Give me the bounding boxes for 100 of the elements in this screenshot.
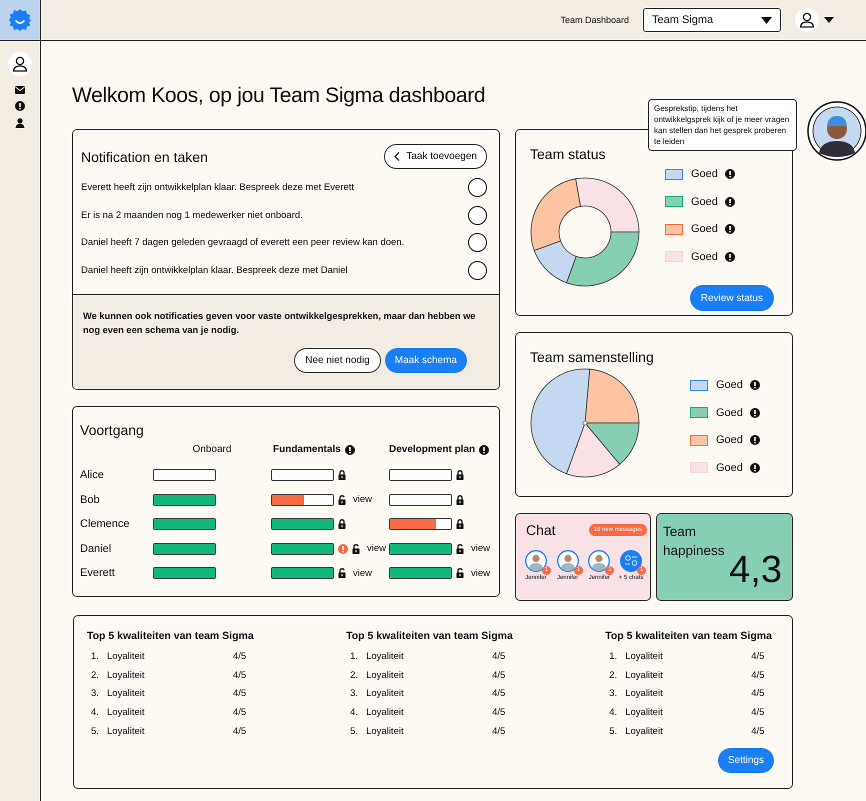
person-icon[interactable] [15, 118, 25, 128]
contact-avatar[interactable] [588, 550, 610, 572]
progress-bar [389, 518, 452, 530]
quality-name: Loyaliteit [365, 707, 405, 718]
rank-number: 4. [608, 707, 618, 718]
team-dashboard-link[interactable]: Team Dashboard [560, 15, 629, 25]
view-link[interactable]: view [471, 568, 490, 579]
progress-bar [389, 542, 452, 555]
caret-icon [761, 16, 772, 24]
card-title: Chat [526, 522, 556, 538]
quality-score: 4/5 [233, 688, 246, 700]
quality-score: 4/5 [233, 650, 246, 662]
column-header: Onboard [192, 444, 232, 455]
rank-number: 1. [90, 650, 100, 662]
member-name: Clemence [80, 517, 131, 532]
rank-number: 2. [349, 670, 360, 681]
rank-number: 5. [608, 726, 618, 738]
quality-score: 4/5 [751, 726, 764, 738]
quality-name: Loyaliteit [624, 688, 664, 700]
assistant-avatar[interactable] [807, 101, 866, 161]
confirm-button[interactable]: Maak schema [384, 348, 467, 373]
mail-icon[interactable] [15, 86, 25, 94]
info-icon[interactable] [15, 101, 25, 111]
quality-name: Loyaliteit [365, 726, 405, 738]
caret-icon [824, 17, 834, 23]
view-link[interactable]: view [471, 543, 490, 554]
info-icon [725, 224, 735, 234]
progress-bar [153, 518, 216, 530]
list-title: Top 5 kwaliteiten van team Sigma [605, 630, 773, 642]
list-title: Top 5 kwaliteiten van team Sigma [87, 630, 255, 642]
card-title: Team samenstelling [530, 349, 654, 365]
info-icon [750, 380, 760, 390]
decline-button[interactable]: Nee niet nodig [294, 348, 381, 373]
quality-score: 4/5 [751, 670, 764, 681]
member-name: Bob [80, 492, 101, 508]
legend-label: Goed [716, 462, 744, 474]
view-link[interactable]: view [353, 494, 372, 506]
task-text: Daniel heeft 7 dagen geleden gevraagd of everett een peer review kan doen. [81, 237, 404, 248]
quality-score: 4/5 [233, 670, 246, 681]
progress-bar [153, 494, 216, 506]
progress-bar [271, 542, 334, 555]
review-status-button[interactable]: Review status [690, 285, 774, 311]
quality-score: 4/5 [751, 688, 764, 700]
rank-number: 1. [349, 650, 360, 662]
member-name: Everett [80, 566, 116, 581]
quality-score: 4/5 [492, 726, 506, 738]
user-menu-button[interactable] [795, 8, 834, 32]
quality-name: Loyaliteit [365, 670, 405, 681]
task-checkbox[interactable] [468, 178, 487, 198]
task-text: Daniel heeft zijn ontwikkelplan klaar. Bespreek deze met Daniel [81, 264, 348, 276]
team-select[interactable]: Team Sigma [643, 8, 781, 32]
quality-name: Loyaliteit [624, 707, 664, 718]
quality-name: Loyaliteit [106, 707, 146, 718]
legend-label: Goed [691, 196, 719, 208]
task-checkbox[interactable] [468, 260, 487, 280]
quality-name: Loyaliteit [365, 688, 405, 700]
info-icon [750, 435, 760, 445]
member-name: Alice [80, 468, 105, 483]
rank-number: 5. [90, 726, 100, 738]
quality-name: Loyaliteit [106, 688, 146, 700]
add-task-button[interactable]: Taak toevoegen [384, 144, 487, 169]
column-header: Development plan [389, 444, 476, 455]
task-checkbox[interactable] [468, 206, 487, 225]
quality-name: Loyaliteit [365, 650, 405, 662]
info-icon [750, 462, 760, 472]
legend-label: Goed [691, 223, 719, 235]
settings-button[interactable]: Settings [718, 748, 774, 773]
progress-bar [153, 567, 216, 580]
rank-number: 4. [90, 707, 100, 718]
legend-label: Goed [716, 406, 744, 418]
card-title: Team happiness [663, 523, 726, 560]
card-title: Team status [530, 146, 606, 162]
smiley-logo-icon [9, 9, 31, 31]
quality-score: 4/5 [492, 670, 506, 681]
legend-label: Goed [691, 168, 719, 180]
page-title: Welkom Koos, op jou Team Sigma dashboard [72, 84, 486, 108]
task-text: Er is na 2 maanden nog 1 medewerker niet onboard. [81, 210, 303, 221]
user-icon [795, 8, 819, 32]
logo-tile[interactable] [0, 0, 41, 40]
profile-icon[interactable] [8, 52, 32, 76]
view-link[interactable]: view [353, 568, 372, 579]
quality-name: Loyaliteit [624, 650, 664, 662]
info-icon [344, 444, 355, 454]
legend-label: Goed [716, 434, 744, 446]
view-link[interactable]: view [367, 543, 386, 554]
member-name: Daniel [80, 542, 112, 556]
rank-number: 4. [349, 707, 360, 718]
contact-avatar[interactable] [524, 550, 547, 572]
legend-label: Goed [716, 379, 744, 391]
quality-score: 4/5 [492, 650, 506, 662]
quality-score: 4/5 [492, 688, 506, 700]
task-text: Everett heeft zijn ontwikkelplan klaar. Bespreek deze met Everett [81, 182, 354, 194]
info-icon [479, 444, 490, 454]
quality-name: Loyaliteit [106, 650, 146, 662]
rank-number: 5. [349, 726, 360, 738]
task-checkbox[interactable] [468, 233, 487, 252]
group-chat-icon[interactable] [620, 550, 642, 572]
contact-avatar[interactable] [556, 550, 579, 572]
card-title: Notification en taken [81, 148, 208, 164]
quality-name: Loyaliteit [624, 726, 664, 738]
